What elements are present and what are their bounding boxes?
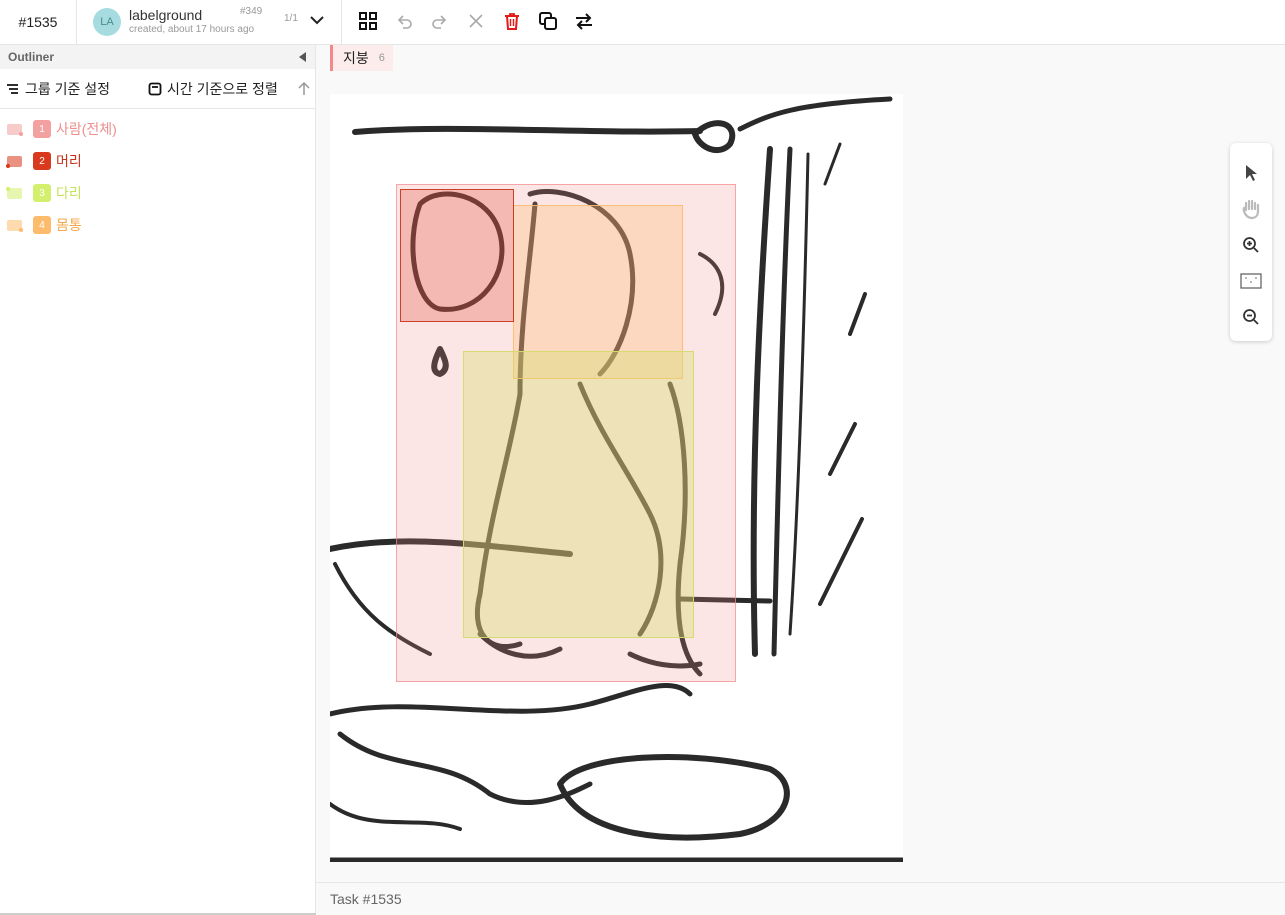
label-item[interactable]: 2 머리 (0, 145, 315, 177)
pointer-icon[interactable] (1239, 161, 1263, 185)
label-name: 몸통 (56, 217, 82, 233)
grid-icon[interactable] (358, 11, 378, 31)
label-name: 다리 (56, 185, 82, 201)
label-number-badge: 1 (33, 120, 51, 138)
task-id: #1535 (0, 0, 77, 44)
zoom-fit-icon[interactable] (1239, 269, 1263, 293)
redo-icon[interactable] (430, 11, 450, 31)
label-list: 1 사람(전체) 2 머리 3 다리 4 몸통 (0, 109, 315, 241)
bbox-tool-icon (6, 154, 25, 169)
order-by-button[interactable]: 시간 기준으로 정렬 (148, 79, 278, 99)
annotation-id: #349 (240, 6, 263, 17)
sort-controls: 그룹 기준 설정 시간 기준으로 정렬 (0, 69, 315, 109)
zoom-in-icon[interactable] (1239, 233, 1263, 257)
selected-region-count: 6 (378, 52, 385, 64)
annotation-image[interactable] (330, 94, 903, 862)
user-name: labelground (129, 7, 203, 23)
delete-icon[interactable] (502, 11, 522, 31)
label-name: 머리 (56, 153, 82, 169)
label-number-badge: 3 (33, 184, 51, 202)
selected-region-tag[interactable]: 지붕 6 (330, 45, 393, 71)
close-icon[interactable] (466, 11, 486, 31)
group-by-button[interactable]: 그룹 기준 설정 (6, 79, 110, 99)
outliner-header: Outliner (0, 45, 315, 69)
canvas-area[interactable]: 지붕 6 (316, 45, 1285, 882)
sort-direction-icon[interactable] (298, 81, 310, 100)
label-item[interactable]: 3 다리 (0, 177, 315, 209)
footer-task-label: Task #1535 (330, 891, 402, 907)
label-number-badge: 4 (33, 216, 51, 234)
bbox-tool-icon (6, 122, 25, 137)
bbox-legs[interactable] (463, 351, 694, 638)
status-bar: Task #1535 (316, 882, 1285, 915)
zoom-out-icon[interactable] (1239, 305, 1263, 329)
order-by-label: 시간 기준으로 정렬 (167, 81, 278, 97)
undo-icon[interactable] (394, 11, 414, 31)
label-name: 사람(전체) (56, 121, 117, 137)
canvas-toolbar (1230, 143, 1272, 341)
hand-icon[interactable] (1239, 197, 1263, 221)
label-number-badge: 2 (33, 152, 51, 170)
toolbar-divider (341, 0, 342, 44)
list-icon (7, 84, 18, 94)
selected-region-label: 지붕 (343, 50, 369, 66)
bbox-head[interactable] (400, 189, 514, 322)
group-by-label: 그룹 기준 설정 (25, 81, 111, 97)
order-icon (148, 82, 162, 96)
bbox-tool-icon (6, 218, 25, 233)
bbox-tool-icon (6, 186, 25, 201)
duplicate-icon[interactable] (538, 11, 558, 31)
avatar: LA (93, 8, 121, 36)
label-item[interactable]: 4 몸통 (0, 209, 315, 241)
top-bar: #1535 LA labelground created, about 17 h… (0, 0, 1285, 45)
collapse-arrow-icon[interactable] (299, 52, 306, 62)
swap-icon[interactable] (574, 11, 594, 31)
chevron-down-icon[interactable] (308, 11, 326, 31)
outliner-panel: Outliner 그룹 기준 설정 시간 기준으로 정렬 1 사람(전체) 2 머리 3… (0, 45, 316, 915)
created-time: created, about 17 hours ago (129, 24, 255, 35)
annotation-count: 1/1 (284, 13, 298, 24)
label-item[interactable]: 1 사람(전체) (0, 113, 315, 145)
outliner-title: Outliner (8, 50, 55, 64)
